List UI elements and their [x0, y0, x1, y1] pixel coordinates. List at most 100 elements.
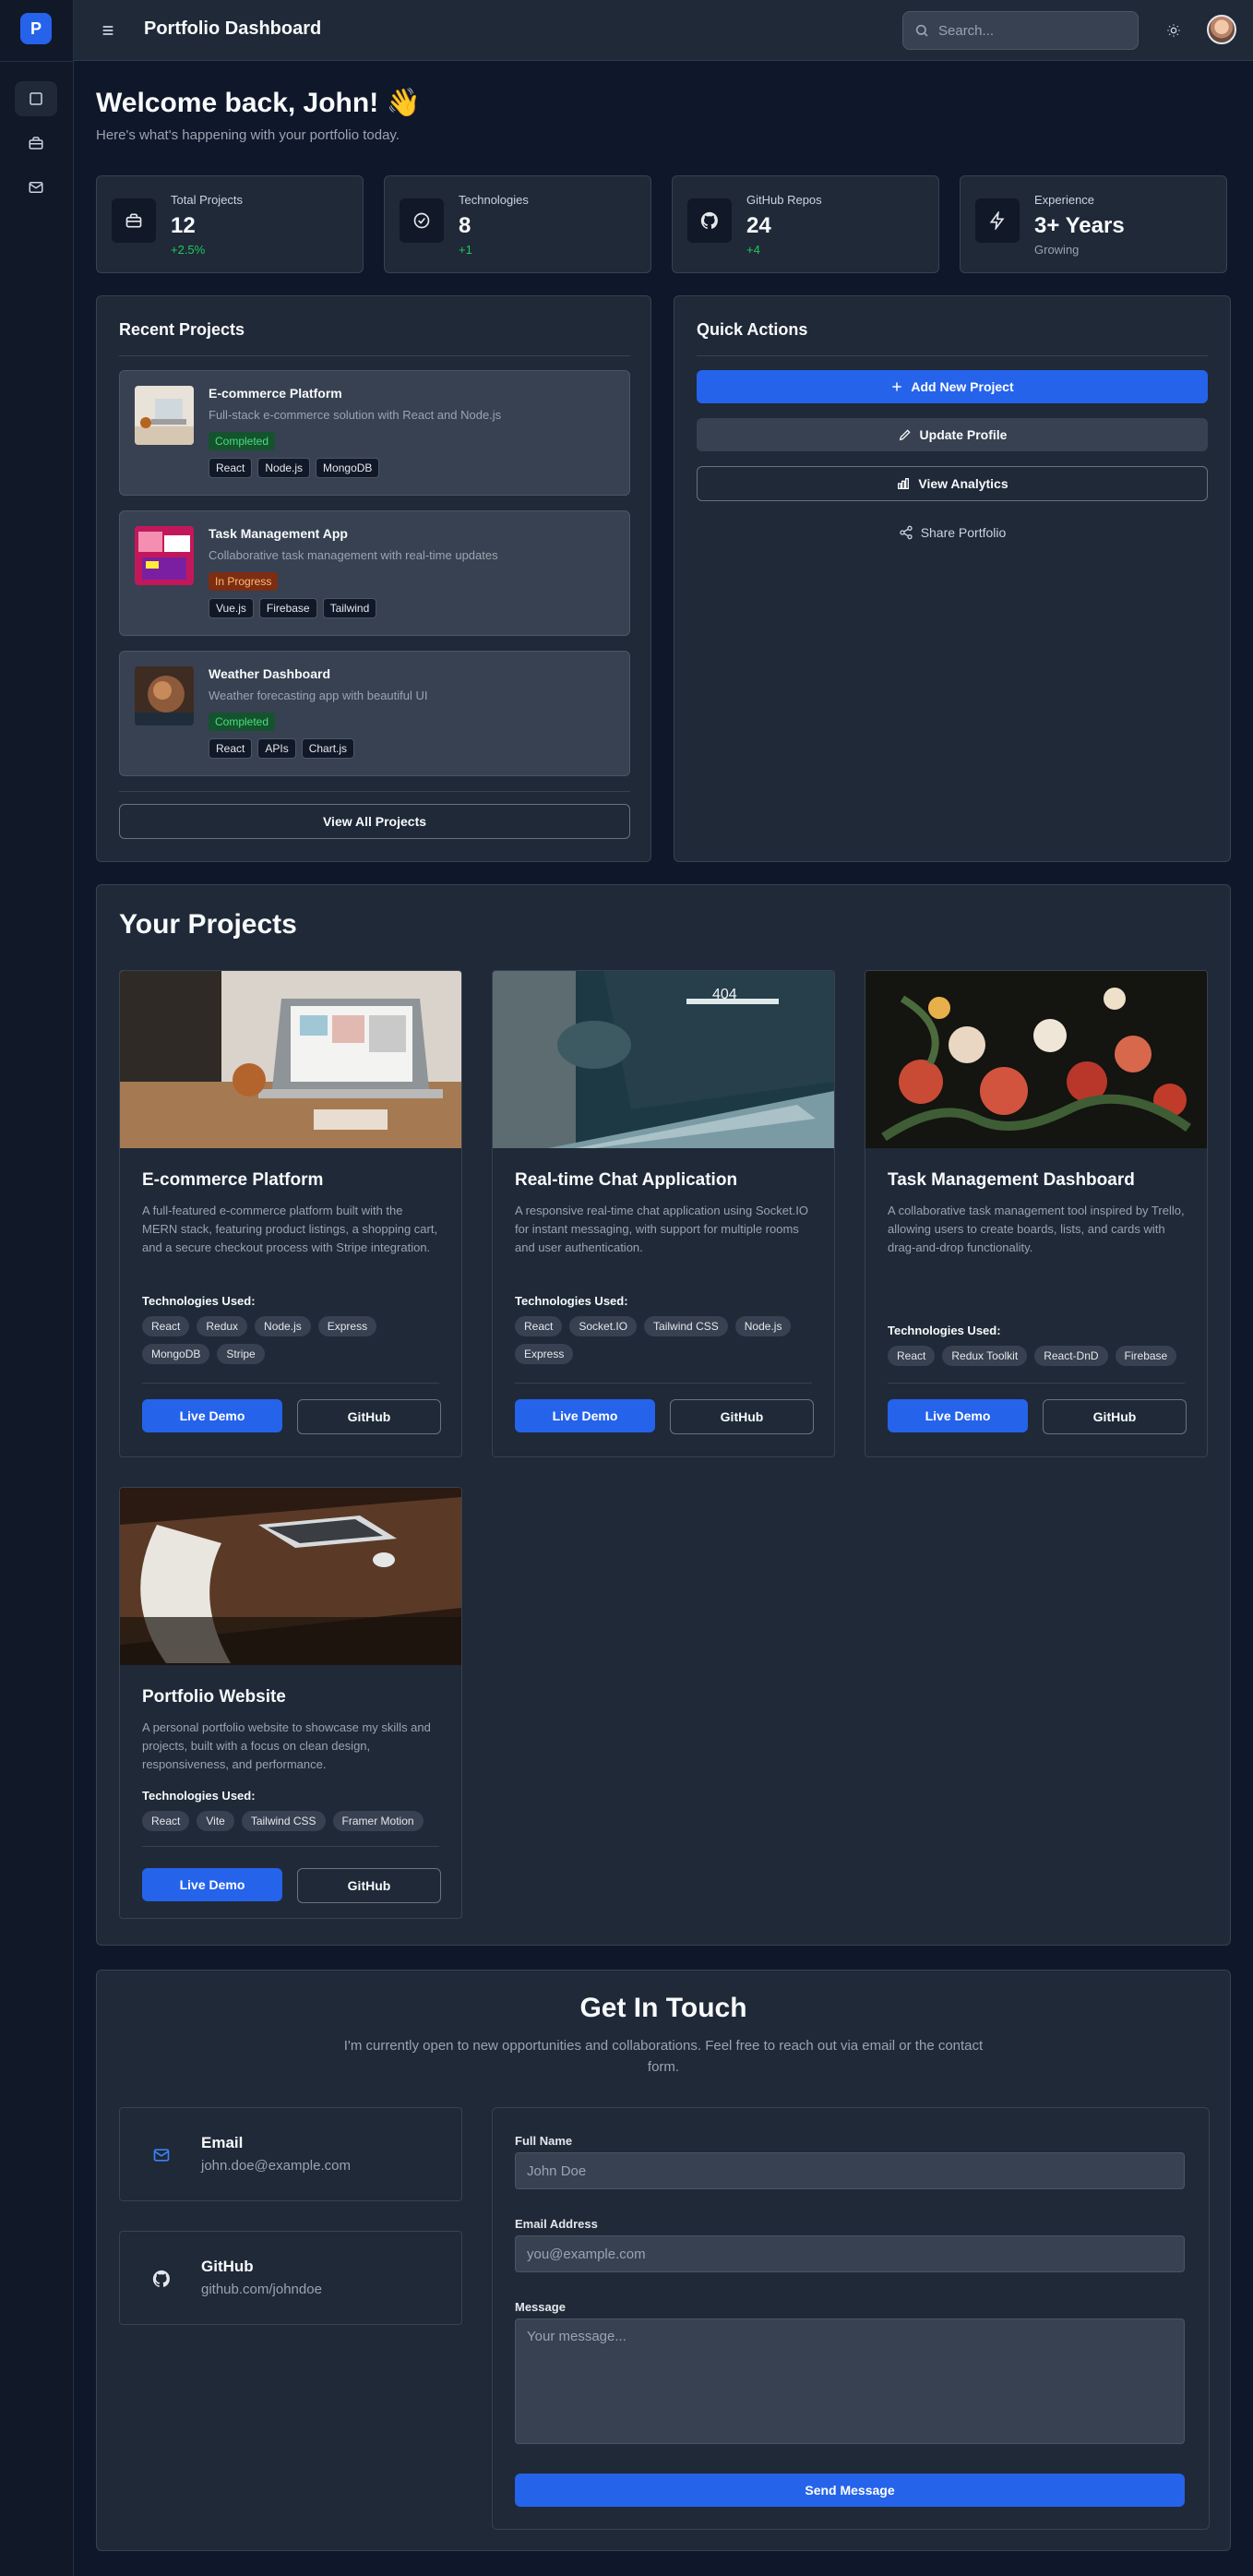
briefcase-icon [29, 137, 43, 150]
sidebar-item-dashboard[interactable] [15, 81, 57, 116]
email-contact-card[interactable]: Email john.doe@example.com [119, 2107, 462, 2201]
project-description: A full-featured e-commerce platform buil… [142, 1204, 438, 1254]
menu-toggle-button[interactable] [98, 20, 118, 41]
stat-value: 24 [746, 213, 771, 238]
image-text-404: 404 [712, 987, 737, 1002]
project-card: Task Management Dashboard A collaborativ… [865, 970, 1208, 1457]
contact-form: Full Name Email Address Message Send Mes… [492, 2107, 1210, 2530]
github-icon [687, 198, 732, 243]
send-message-button[interactable]: Send Message [515, 2474, 1185, 2507]
quick-actions-title: Quick Actions [697, 320, 808, 339]
github-button[interactable]: GitHub [297, 1399, 441, 1434]
sidebar-divider [0, 61, 74, 62]
stat-card-total-projects: Total Projects 12 +2.5% [96, 175, 364, 273]
project-card: E-commerce Platform A full-featured e-co… [119, 970, 462, 1457]
tech-tag: React [209, 738, 253, 759]
stat-card-github-repos: GitHub Repos 24 +4 [672, 175, 939, 273]
theme-toggle-button[interactable] [1163, 19, 1185, 42]
tech-tag: Express [515, 1344, 574, 1364]
search-box[interactable] [902, 11, 1139, 50]
view-all-projects-button[interactable]: View All Projects [119, 804, 630, 839]
live-demo-button[interactable]: Live Demo [142, 1868, 282, 1901]
project-name: Task Management App [209, 526, 348, 541]
tech-tag: Firebase [1115, 1346, 1177, 1366]
live-demo-button[interactable]: Live Demo [142, 1399, 282, 1432]
project-image [865, 971, 1207, 1148]
divider [142, 1383, 439, 1384]
project-name: E-commerce Platform [209, 386, 342, 401]
stat-delta: +4 [746, 243, 760, 257]
status-badge: In Progress [209, 572, 279, 591]
live-demo-button[interactable]: Live Demo [515, 1399, 655, 1432]
contact-title: Get In Touch [579, 1993, 747, 2023]
bar-chart-icon [898, 478, 910, 489]
stat-label: Technologies [459, 193, 529, 207]
github-button[interactable]: GitHub [670, 1399, 814, 1434]
share-portfolio-button[interactable]: Share Portfolio [697, 516, 1208, 549]
github-button[interactable]: GitHub [1043, 1399, 1187, 1434]
avatar[interactable] [1207, 15, 1236, 44]
tech-tag: React [888, 1346, 936, 1366]
search-icon [915, 24, 928, 37]
email-label: Email Address [515, 2217, 598, 2231]
project-image [120, 1488, 461, 1665]
briefcase-icon [112, 198, 156, 243]
button-label: Add New Project [911, 379, 1014, 394]
contact-section: Get In Touch I'm currently open to new o… [96, 1970, 1231, 2551]
tech-tag: Tailwind CSS [241, 1811, 326, 1831]
divider [515, 1383, 812, 1384]
button-label: Share Portfolio [920, 525, 1007, 540]
your-projects-section: Your Projects E-commerce Platform A full… [96, 884, 1231, 1946]
tech-tag: React [142, 1316, 190, 1336]
recent-project-item[interactable]: Task Management App Collaborative task m… [119, 510, 630, 636]
update-profile-button[interactable]: Update Profile [697, 418, 1208, 451]
project-card: 404 Real-time Chat Application A respons… [492, 970, 835, 1457]
contact-email[interactable]: john.doe@example.com [201, 2158, 351, 2174]
name-field[interactable] [515, 2152, 1185, 2189]
pencil-icon [899, 429, 911, 441]
project-description: A responsive real-time chat application … [515, 1204, 808, 1254]
tech-tag: React [209, 458, 253, 478]
tech-tag: Node.js [734, 1316, 792, 1336]
tech-tag: Node.js [257, 458, 311, 478]
tech-tag: Tailwind [322, 598, 377, 618]
button-label: Update Profile [919, 427, 1008, 442]
section-title: Your Projects [119, 909, 297, 940]
view-analytics-button[interactable]: View Analytics [697, 466, 1208, 501]
contact-github[interactable]: github.com/johndoe [201, 2282, 322, 2297]
sidebar-item-messages[interactable] [15, 170, 57, 205]
add-new-project-button[interactable]: Add New Project [697, 370, 1208, 403]
stat-card-technologies: Technologies 8 +1 [384, 175, 651, 273]
tech-tag: Vue.js [209, 598, 254, 618]
stat-delta: Growing [1034, 243, 1080, 257]
tech-tag: Tailwind CSS [644, 1316, 728, 1336]
app-logo[interactable]: P [20, 13, 52, 44]
github-contact-card[interactable]: GitHub github.com/johndoe [119, 2231, 462, 2325]
email-field[interactable] [515, 2235, 1185, 2272]
tech-tag: Vite [197, 1811, 234, 1831]
tech-tag: Framer Motion [332, 1811, 424, 1831]
recent-project-item[interactable]: E-commerce Platform Full-stack e-commerc… [119, 370, 630, 496]
project-image: 404 [493, 971, 834, 1148]
mail-icon [142, 2136, 181, 2175]
github-icon [142, 2259, 181, 2298]
project-thumbnail [135, 526, 194, 585]
message-field[interactable] [515, 2318, 1185, 2444]
search-input[interactable] [938, 12, 1132, 49]
sidebar-item-projects[interactable] [15, 126, 57, 161]
tag-list: React Redux Toolkit React-DnD Firebase [888, 1346, 1192, 1366]
button-label: View Analytics [918, 476, 1008, 491]
tech-tag: Socket.IO [569, 1316, 638, 1336]
divider [119, 355, 630, 356]
recent-projects-panel: Recent Projects E-commerce Platform Full… [96, 295, 651, 862]
recent-projects-title: Recent Projects [119, 320, 245, 339]
project-description: Weather forecasting app with beautiful U… [209, 689, 428, 702]
tech-label: Technologies Used: [142, 1789, 256, 1803]
tech-tag: Redux Toolkit [942, 1346, 1028, 1366]
status-badge: Completed [209, 432, 276, 450]
github-button[interactable]: GitHub [297, 1868, 441, 1903]
live-demo-button[interactable]: Live Demo [888, 1399, 1028, 1432]
recent-project-item[interactable]: Weather Dashboard Weather forecasting ap… [119, 651, 630, 776]
project-thumbnail [135, 666, 194, 725]
status-badge: Completed [209, 713, 276, 731]
